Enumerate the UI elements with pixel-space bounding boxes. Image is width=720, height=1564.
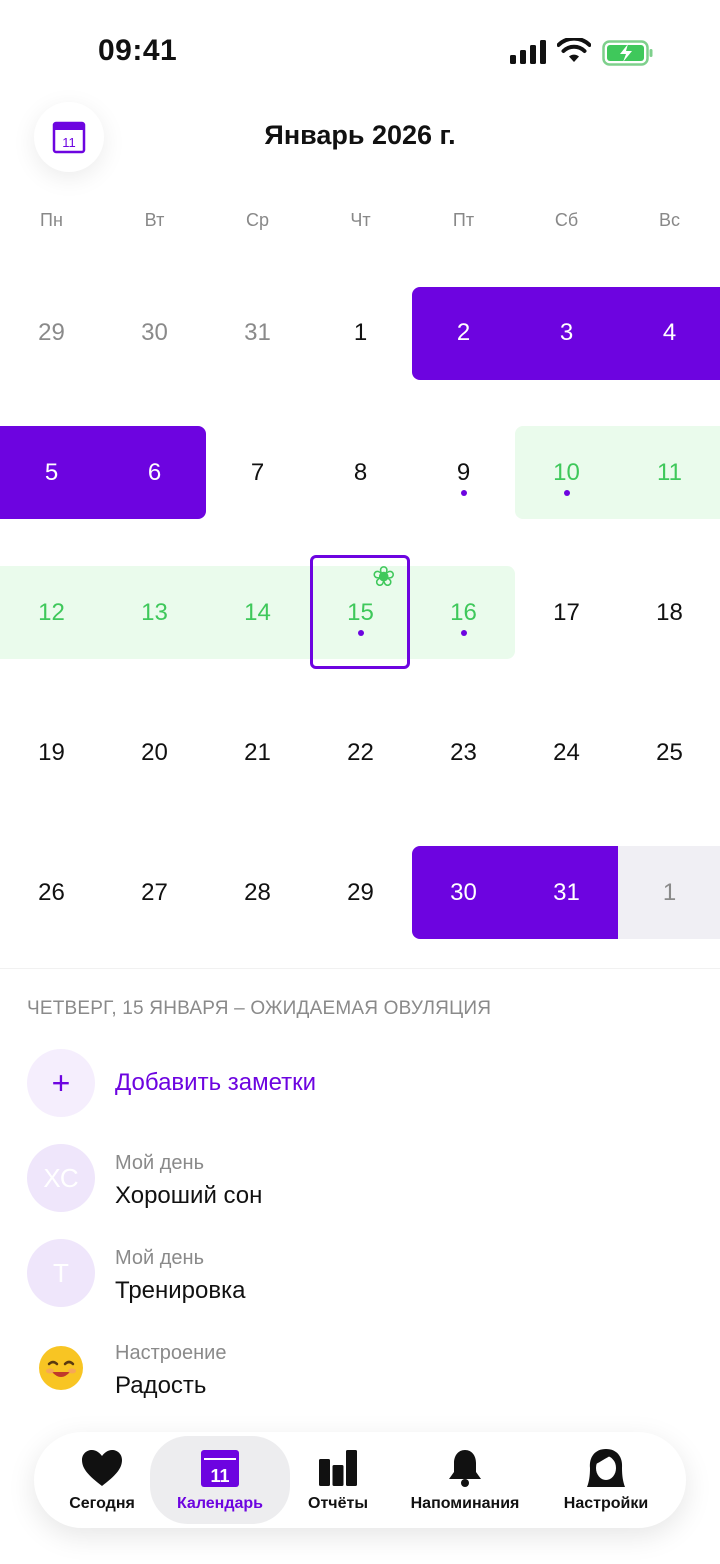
svg-text:11: 11 [210,1466,229,1486]
calendar-day[interactable]: 2 [412,286,515,380]
entry-category: Настроение [115,1342,227,1364]
tab-reminders[interactable]: Напоминания [400,1432,530,1528]
calendar-day[interactable]: 1 [309,286,412,380]
note-entry[interactable]: Настроение Радость [27,1334,707,1404]
weekday-label: Чт [350,210,371,230]
tab-label: Настройки [563,1495,649,1512]
calendar-day[interactable]: 21 [206,706,309,800]
entry-category: Мой день [115,1247,204,1269]
avatar: ХС [27,1144,95,1212]
calendar-day[interactable]: 20 [103,706,206,800]
calendar-day[interactable]: 17 [515,566,618,660]
calendar-day[interactable]: 16 [412,566,515,660]
calendar-day[interactable]: 3 [515,286,618,380]
weekday-label: Пт [452,210,475,230]
battery-charging-icon [602,40,653,66]
tab-label: Напоминания [410,1495,520,1512]
note-entry[interactable]: Т Мой день Тренировка [27,1239,707,1309]
weekday-label: Вт [144,210,165,230]
bar-chart-icon [317,1447,359,1489]
add-notes-label: Добавить заметки [115,1069,317,1096]
calendar-day[interactable]: 14 [206,566,309,660]
avatar: Т [27,1239,95,1307]
calendar-day[interactable]: 10 [515,426,618,520]
calendar-day[interactable]: 27 [103,846,206,940]
calendar-day[interactable]: 22 [309,706,412,800]
bottom-navigation: Сегодня 11 Календарь Отчёты Напоминания … [34,1432,686,1528]
tab-reports[interactable]: Отчёты [292,1432,384,1528]
calendar-day[interactable]: 30 [412,846,515,940]
weekday-header: Пн Вт Ср Чт Пт Сб Вс [0,210,720,236]
note-dot [357,630,364,636]
bell-icon [444,1447,486,1489]
note-dot [460,490,467,496]
heart-icon [81,1447,123,1489]
calendar-day[interactable]: 31 [206,286,309,380]
entry-value: Тренировка [115,1277,246,1304]
cellular-signal-icon [510,40,546,64]
calendar-day-selected[interactable]: 15 [309,566,412,660]
calendar-day[interactable]: 26 [0,846,103,940]
calendar-day[interactable]: 23 [412,706,515,800]
calendar-day[interactable]: 6 [103,426,206,520]
selected-day-title: ЧЕТВЕРГ, 15 ЯНВАРЯ – ОЖИДАЕМАЯ ОВУЛЯЦИЯ [27,998,492,1019]
calendar-day[interactable]: 8 [309,426,412,520]
add-notes-button[interactable]: + Добавить заметки [27,1049,707,1119]
calendar-day[interactable]: 29 [0,286,103,380]
tab-today[interactable]: Сегодня [46,1432,158,1528]
calendar-day[interactable]: 30 [103,286,206,380]
smiling-face-icon [27,1334,95,1402]
weekday-label: Сб [554,210,579,230]
tab-settings[interactable]: Настройки [550,1432,662,1528]
calendar-day[interactable]: 4 [618,286,720,380]
calendar-day[interactable]: 11 [618,426,720,520]
calendar-day[interactable]: 25 [618,706,720,800]
divider [0,968,720,969]
entry-value: Хороший сон [115,1182,263,1209]
calendar-day[interactable]: 5 [0,426,103,520]
note-entry[interactable]: ХС Мой день Хороший сон [27,1144,707,1214]
calendar-icon: 11 [199,1447,241,1489]
calendar-grid: ❀ 29 30 31 1 2 3 4 5 6 7 8 9 10 11 12 13… [0,260,720,960]
plus-icon: + [27,1049,95,1117]
calendar-day[interactable]: 13 [103,566,206,660]
calendar-day[interactable]: 24 [515,706,618,800]
calendar-day[interactable]: 9 [412,426,515,520]
calendar-day[interactable]: 28 [206,846,309,940]
tab-label: Сегодня [69,1495,135,1512]
profile-icon [585,1447,627,1489]
calendar-day[interactable]: 7 [206,426,309,520]
note-dot [460,630,467,636]
status-bar: 09:41 [0,0,720,100]
weekday-label: Пн [40,210,63,230]
wifi-icon [557,38,591,62]
tab-calendar[interactable]: 11 Календарь [150,1436,290,1524]
calendar-day[interactable]: 19 [0,706,103,800]
weekday-label: Вс [658,210,680,230]
weekday-label: Ср [245,210,269,230]
calendar-day[interactable]: 18 [618,566,720,660]
calendar-day[interactable]: 12 [0,566,103,660]
entry-category: Мой день [115,1152,204,1174]
entry-value: Радость [115,1372,207,1399]
status-time: 09:41 [98,34,178,67]
calendar-day[interactable]: 29 [309,846,412,940]
month-title: Январь 2026 г. [264,120,456,150]
note-dot [563,490,570,496]
tab-label: Отчёты [308,1495,368,1512]
calendar-day[interactable]: 31 [515,846,618,940]
tab-label: Календарь [176,1495,264,1512]
calendar-day[interactable]: 1 [618,846,720,940]
